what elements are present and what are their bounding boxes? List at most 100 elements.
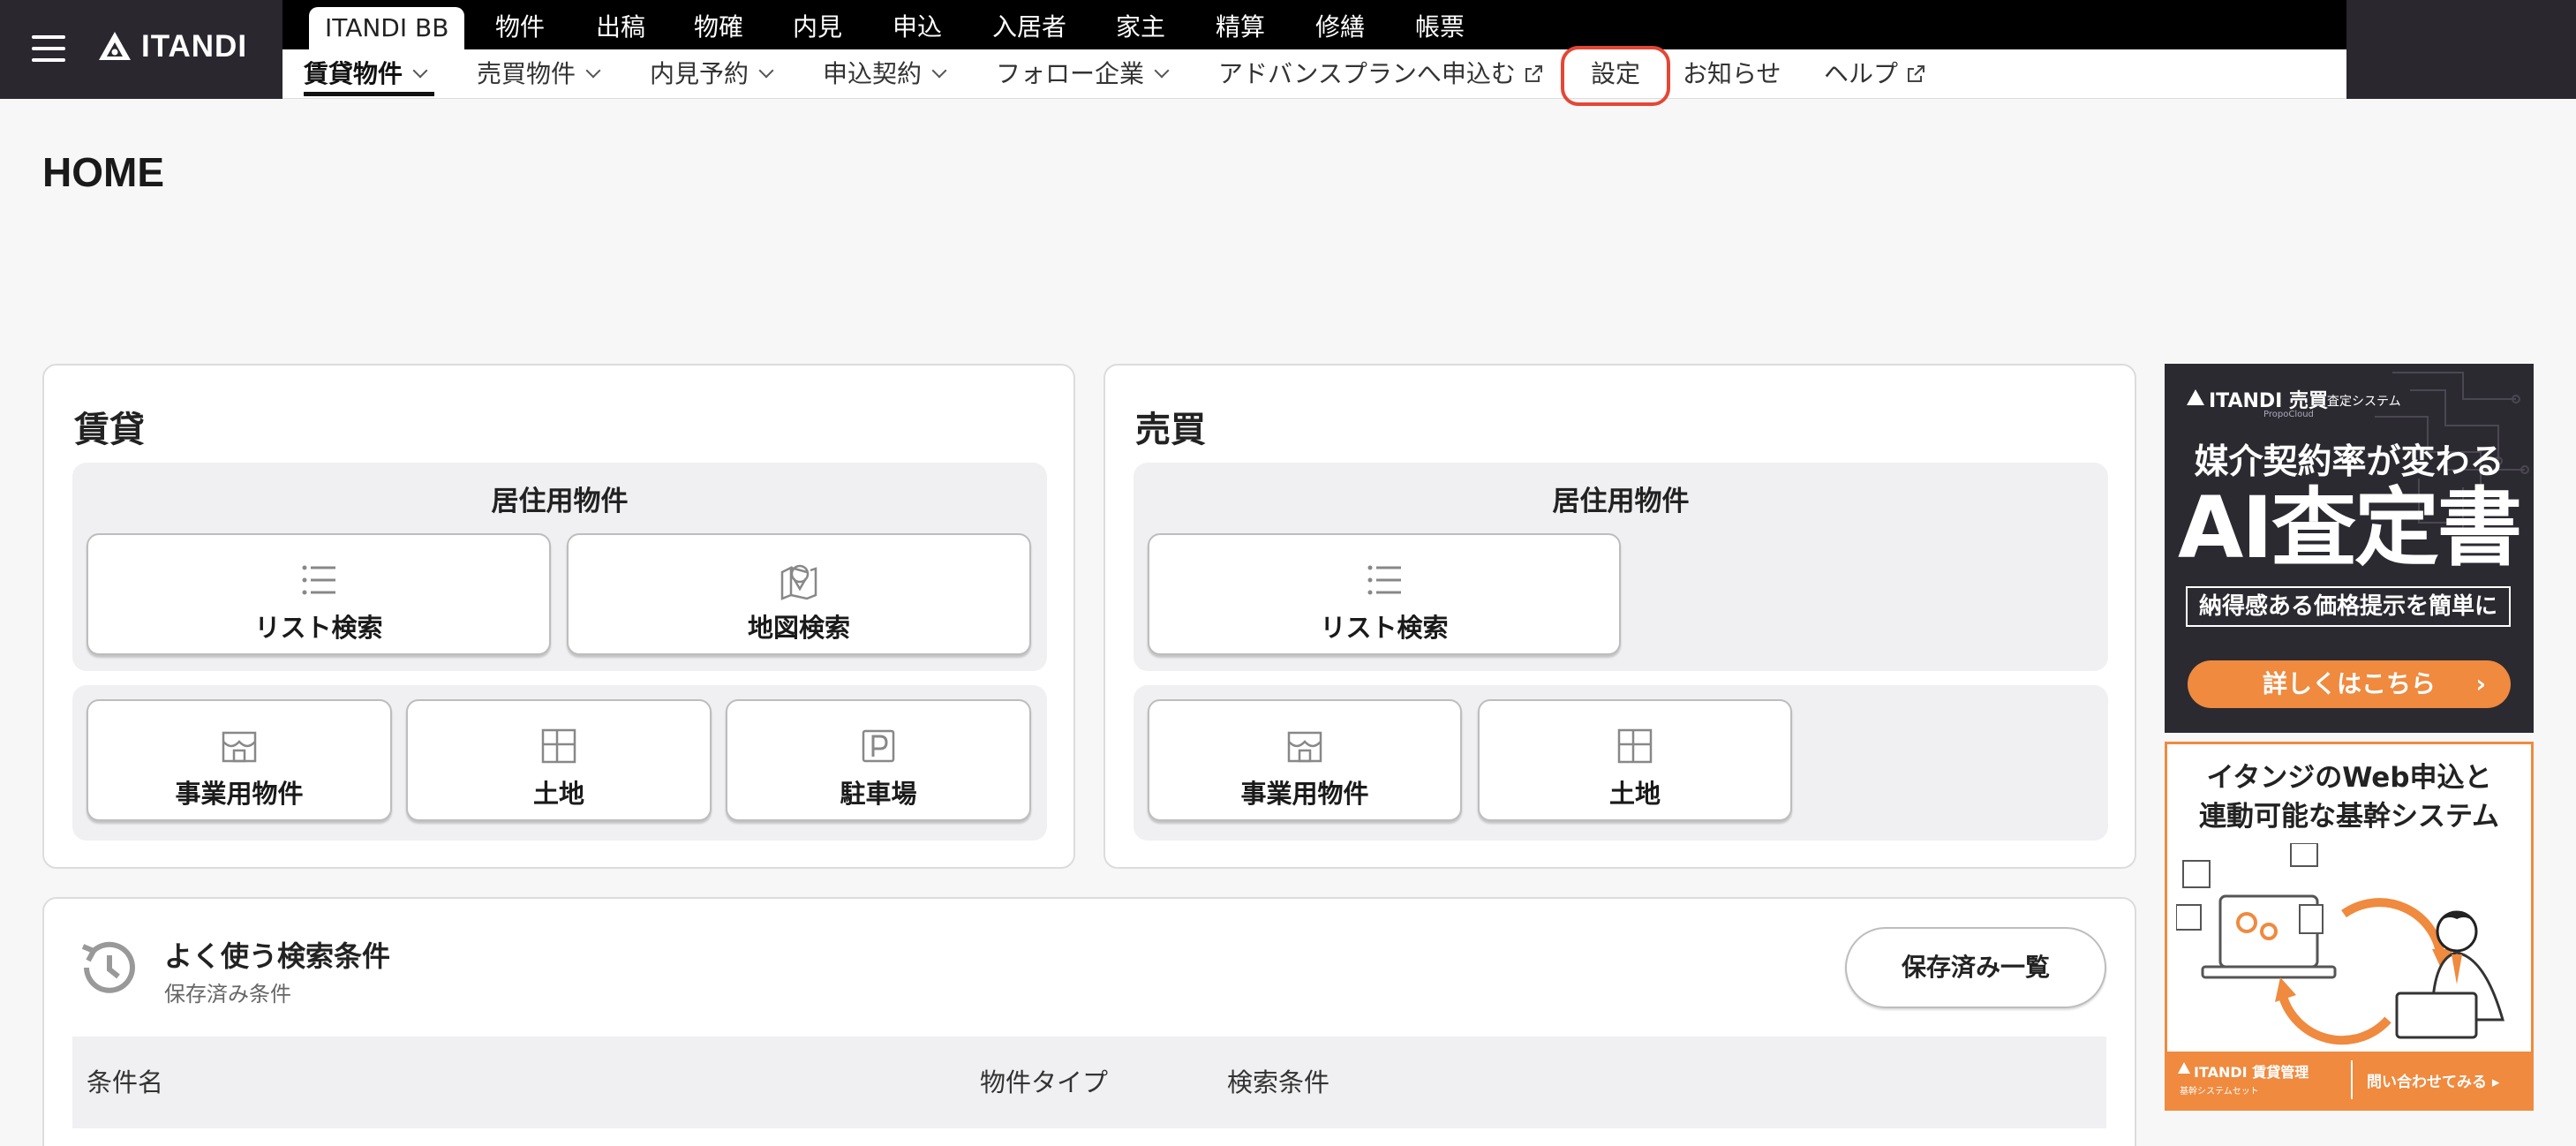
rental-map-search-button[interactable]: 地図検索 (567, 533, 1031, 655)
sale-residential-group: 居住用物件 リスト検索 (1134, 463, 2108, 671)
history-icon (81, 941, 135, 993)
saved-conditions-card: よく使う検索条件 保存済み条件 保存済み一覧 条件名 物件タイプ 検索条件 (42, 897, 2136, 1146)
tab-yanushi[interactable]: 家主 (1116, 0, 1165, 49)
sale-land-label: 土地 (1608, 779, 1661, 809)
menu-icon[interactable] (32, 34, 67, 64)
tab-nyukyosha[interactable]: 入居者 (992, 0, 1066, 49)
rental-residential-group: 居住用物件 リスト検索 地図検索 (72, 463, 1047, 671)
rental-business-button[interactable]: 事業用物件 (87, 699, 392, 821)
rental-title: 賃貸 (74, 410, 145, 450)
rental-parking-label: 駐車場 (840, 779, 917, 809)
rental-business-label: 事業用物件 (175, 779, 304, 809)
rental-land-button[interactable]: 土地 (406, 699, 712, 821)
itandi-logo[interactable]: ITANDI (97, 29, 247, 64)
ad1-tagline: 納得感ある価格提示を簡単に (2186, 586, 2511, 627)
ad2-headline-line2: 連動可能な基幹システム (2198, 801, 2500, 833)
ad1-system: 査定システム (2327, 395, 2401, 409)
itandi-logo-icon (99, 32, 131, 60)
chevron-down-icon (931, 63, 947, 79)
subnav-help[interactable]: ヘルプ (1824, 49, 1926, 99)
system-illustration (2176, 843, 2504, 1045)
map-pin-icon (780, 564, 817, 600)
rental-list-search-button[interactable]: リスト検索 (87, 533, 551, 655)
parking-icon (862, 729, 895, 763)
ad2-footer-sub: 基幹システムセット (2180, 1087, 2259, 1097)
rental-parking-button[interactable]: 駐車場 (726, 699, 1031, 821)
chevron-down-icon (1154, 63, 1170, 79)
header-right-fill (2346, 0, 2576, 99)
brand-name: ITANDI (141, 29, 248, 64)
page-title: HOME (42, 149, 164, 195)
land-plot-icon (541, 728, 576, 764)
external-link-icon (1525, 65, 1542, 82)
shop-icon (1287, 731, 1322, 763)
tab-seisan[interactable]: 精算 (1216, 0, 1265, 49)
ad1-headline: 媒介契約率が変わる (2194, 442, 2504, 482)
core-system-banner[interactable]: イタンジのWeb申込と 連動可能な基幹システム ITANDI 賃貸管理 基幹シス… (2165, 742, 2534, 1111)
tab-bukkaku[interactable]: 物確 (694, 0, 743, 49)
tab-shuzen[interactable]: 修繕 (1315, 0, 1365, 49)
ad2-footer-divider (2351, 1060, 2353, 1099)
external-link-icon (1908, 65, 1925, 82)
rental-residential-title: 居住用物件 (491, 486, 629, 517)
ad1-cta-button[interactable]: 詳しくはこちら › (2188, 660, 2511, 708)
ad1-cta-label: 詳しくはこちら (2262, 669, 2436, 698)
column-header-conditions: 検索条件 (1227, 1067, 1330, 1097)
itandi-logo-icon (2187, 389, 2204, 405)
itandi-logo-icon (2178, 1062, 2190, 1074)
column-header-property-type: 物件タイプ (980, 1067, 1109, 1097)
chevron-down-icon (412, 63, 428, 79)
ai-appraisal-banner[interactable]: ITANDI 売買 PropoCloud 査定システム 媒介契約率が変わる AI… (2165, 364, 2534, 733)
active-tab-underline (304, 92, 434, 96)
land-plot-icon (1617, 728, 1653, 764)
rental-land-label: 土地 (532, 779, 584, 809)
subnav-news[interactable]: お知らせ (1683, 49, 1781, 99)
subnav-sale[interactable]: 売買物件 (477, 49, 601, 99)
sub-navigation: 賃貸物件 売買物件 内見予約 申込契約 フォロー企業 アドバンスプランへ申込む … (282, 49, 2346, 99)
sale-residential-title: 居住用物件 (1552, 486, 1690, 517)
tab-chohyo[interactable]: 帳票 (1415, 0, 1465, 49)
sale-list-search-label: リスト検索 (1320, 613, 1449, 643)
chevron-right-icon: › (2475, 669, 2486, 698)
ad2-headline-line1: イタンジのWeb申込と (2206, 762, 2492, 794)
sale-business-label: 事業用物件 (1240, 779, 1369, 809)
subnav-follow[interactable]: フォロー企業 (996, 49, 1170, 99)
tab-itandi-bb[interactable]: ITANDI BB (309, 7, 465, 49)
sale-business-button[interactable]: 事業用物件 (1148, 699, 1462, 821)
tab-shukko[interactable]: 出稿 (596, 0, 645, 49)
ad2-footer: ITANDI 賃貸管理 基幹システムセット 問い合わせてみる ▸ (2167, 1052, 2531, 1108)
tab-moushikomi[interactable]: 申込 (893, 0, 942, 49)
ad2-footer-cta[interactable]: 問い合わせてみる ▸ (2367, 1069, 2499, 1091)
saved-conditions-subtitle: 保存済み条件 (164, 982, 291, 1007)
subnav-viewing[interactable]: 内見予約 (650, 49, 774, 99)
saved-list-button[interactable]: 保存済み一覧 (1845, 927, 2106, 1008)
sale-list-search-button[interactable]: リスト検索 (1148, 533, 1621, 655)
tab-bukken[interactable]: 物件 (495, 0, 545, 49)
rental-list-search-label: リスト検索 (254, 613, 383, 643)
list-icon (302, 565, 335, 595)
ad2-headline: イタンジのWeb申込と 連動可能な基幹システム (2167, 758, 2531, 836)
tab-naiken[interactable]: 内見 (793, 0, 842, 49)
ad1-big-text: AI査定書 (2177, 479, 2522, 577)
subnav-application[interactable]: 申込契約 (823, 49, 947, 99)
table-header: 条件名 物件タイプ 検索条件 (72, 1037, 2106, 1128)
top-tab-bar: ITANDI BB 物件 出稿 物確 内見 申込 入居者 家主 精算 修繕 帳票 (282, 0, 2346, 49)
subnav-advance-plan[interactable]: アドバンスプランへ申込む (1218, 49, 1544, 99)
chevron-down-icon (758, 63, 774, 79)
list-icon (1367, 565, 1401, 595)
sale-land-button[interactable]: 土地 (1478, 699, 1792, 821)
saved-conditions-title: よく使う検索条件 (164, 939, 391, 973)
shop-icon (222, 731, 257, 763)
ad1-brand-sub: PropoCloud (2263, 410, 2314, 419)
sale-title: 売買 (1135, 410, 1206, 450)
sale-other-group: 事業用物件 土地 (1134, 685, 2108, 841)
rental-card: 賃貸 居住用物件 リスト検索 地図検索 事業用物件 土地 駐車場 (42, 364, 1075, 869)
chevron-down-icon (585, 63, 601, 79)
rental-other-group: 事業用物件 土地 駐車場 (72, 685, 1047, 841)
brand-area: ITANDI (0, 0, 282, 99)
ad2-footer-brand: ITANDI 賃貸管理 (2194, 1064, 2309, 1081)
sale-card: 売買 居住用物件 リスト検索 事業用物件 土地 (1103, 364, 2136, 869)
rental-map-search-label: 地図検索 (747, 613, 850, 643)
column-header-name: 条件名 (87, 1067, 164, 1097)
settings-highlight-outline (1561, 46, 1670, 106)
